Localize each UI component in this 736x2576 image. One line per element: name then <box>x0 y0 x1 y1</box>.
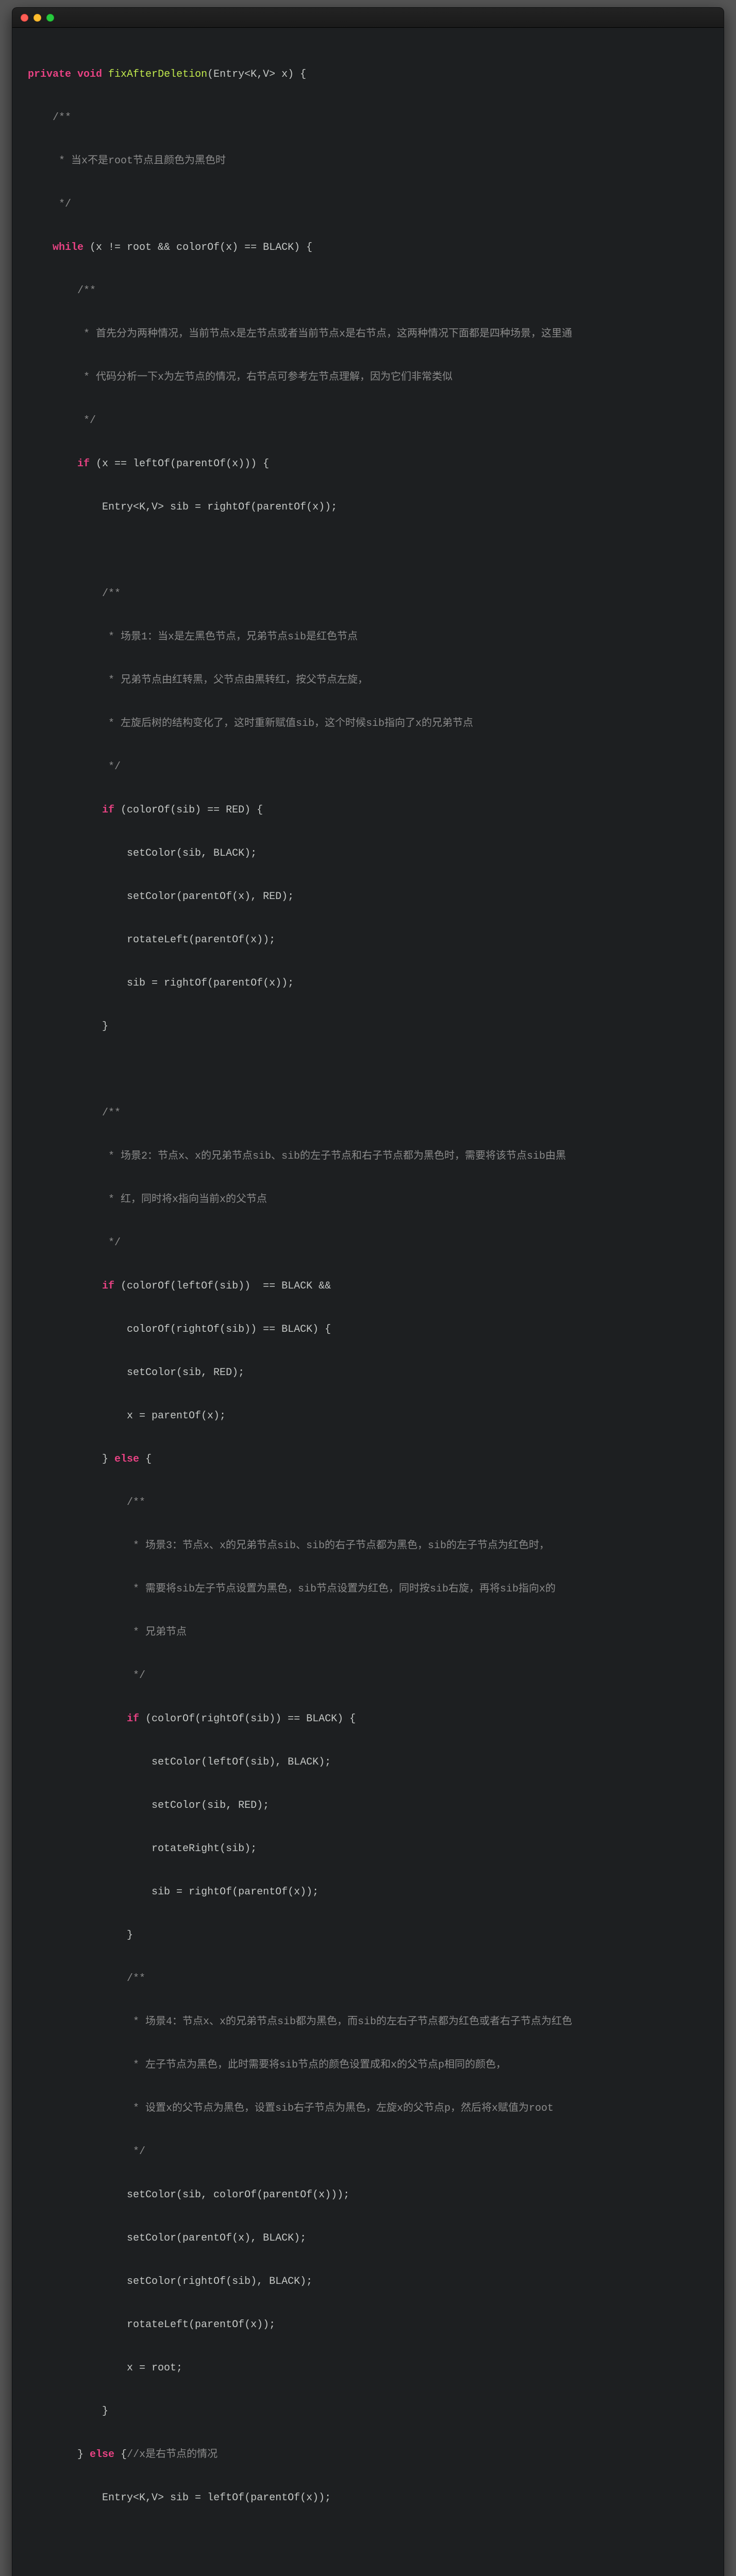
comment: * 左子节点为黑色，此时需要将sib节点的颜色设置成和x的父节点p相同的颜色， <box>28 2055 708 2076</box>
code-window: private void fixAfterDeletion(Entry<K,V>… <box>12 7 724 2576</box>
comment: */ <box>28 1232 708 1254</box>
code-line: setColor(sib, colorOf(parentOf(x))); <box>28 2184 708 2206</box>
code-line: setColor(sib, RED); <box>28 1795 708 1817</box>
blank-line <box>28 540 708 562</box>
code-line: if (colorOf(leftOf(sib)) == BLACK && <box>28 1276 708 1297</box>
code-line: setColor(rightOf(sib), BLACK); <box>28 2271 708 2293</box>
comment: /** <box>28 1492 708 1514</box>
comment: /** <box>28 280 708 302</box>
code-line: rotateLeft(parentOf(x)); <box>28 2314 708 2336</box>
comment: * 兄弟节点由红转黑，父节点由黑转红，按父节点左旋， <box>28 670 708 691</box>
comment: * 场景2：节点x、x的兄弟节点sib、sib的左子节点和右子节点都为黑色时，需… <box>28 1146 708 1167</box>
keyword: private void <box>28 69 102 80</box>
comment: * 左旋后树的结构变化了，这时重新赋值sib，这个时候sib指向了x的兄弟节点 <box>28 713 708 735</box>
code-line: setColor(sib, BLACK); <box>28 843 708 865</box>
code-line: sib = rightOf(parentOf(x)); <box>28 973 708 994</box>
code-line: sib = rightOf(parentOf(x)); <box>28 1882 708 1903</box>
code-line: colorOf(rightOf(sib)) == BLACK) { <box>28 1319 708 1341</box>
zoom-icon[interactable] <box>46 14 54 22</box>
comment: /** <box>28 107 708 129</box>
code-line: rotateLeft(parentOf(x)); <box>28 929 708 951</box>
comment: * 兄弟节点 <box>28 1622 708 1643</box>
comment: * 红，同时将x指向当前x的父节点 <box>28 1189 708 1211</box>
code-line: } <box>28 1925 708 1946</box>
minimize-icon[interactable] <box>34 14 41 22</box>
comment: */ <box>28 194 708 215</box>
code-line: setColor(parentOf(x), BLACK); <box>28 2228 708 2249</box>
blank-line <box>28 1059 708 1081</box>
code-line: if (colorOf(rightOf(sib)) == BLACK) { <box>28 1708 708 1730</box>
code-line: setColor(parentOf(x), RED); <box>28 886 708 908</box>
comment: * 场景3：节点x、x的兄弟节点sib、sib的右子节点都为黑色，sib的左子节… <box>28 1535 708 1557</box>
method-name: fixAfterDeletion <box>108 69 207 80</box>
code-line: Entry<K,V> sib = leftOf(parentOf(x)); <box>28 2487 708 2509</box>
code-line: rotateRight(sib); <box>28 1838 708 1860</box>
code-line: } <box>28 2401 708 2422</box>
comment: */ <box>28 756 708 778</box>
code-line: if (colorOf(sib) == RED) { <box>28 2574 708 2576</box>
code-line: Entry<K,V> sib = rightOf(parentOf(x)); <box>28 497 708 518</box>
comment: * 代码分析一下x为左节点的情况，右节点可参考左节点理解，因为它们非常类似 <box>28 367 708 388</box>
comment: */ <box>28 410 708 432</box>
comment: * 场景4：节点x、x的兄弟节点sib都为黑色，而sib的左右子节点都为红色或者… <box>28 2011 708 2033</box>
code-line: setColor(sib, RED); <box>28 1362 708 1384</box>
params: (Entry<K,V> x) { <box>207 69 306 80</box>
comment: * 当x不是root节点且颜色为黑色时 <box>28 150 708 172</box>
comment: */ <box>28 1665 708 1687</box>
code-line: } else { <box>28 1449 708 1470</box>
code-area: private void fixAfterDeletion(Entry<K,V>… <box>12 28 724 2576</box>
blank-line <box>28 2531 708 2552</box>
comment: */ <box>28 2141 708 2163</box>
code-line: } <box>28 1016 708 1038</box>
titlebar <box>12 8 724 28</box>
code-line: x = parentOf(x); <box>28 1405 708 1427</box>
code-line: private void fixAfterDeletion(Entry<K,V>… <box>28 64 708 86</box>
comment: * 设置x的父节点为黑色，设置sib右子节点为黑色，左旋x的父节点p，然后将x赋… <box>28 2098 708 2120</box>
code-line: setColor(leftOf(sib), BLACK); <box>28 1752 708 1773</box>
code-line: } else {//x是右节点的情况 <box>28 2444 708 2466</box>
comment: /** <box>28 1968 708 1990</box>
code-line: while (x != root && colorOf(x) == BLACK)… <box>28 237 708 259</box>
comment: * 场景1：当x是左黑色节点，兄弟节点sib是红色节点 <box>28 626 708 648</box>
comment: /** <box>28 1103 708 1124</box>
close-icon[interactable] <box>21 14 28 22</box>
code-line: x = root; <box>28 2358 708 2379</box>
comment: * 需要将sib左子节点设置为黑色，sib节点设置为红色，同时按sib右旋，再将… <box>28 1579 708 1600</box>
comment: /** <box>28 583 708 605</box>
code-line: if (colorOf(sib) == RED) { <box>28 800 708 821</box>
code-line: if (x == leftOf(parentOf(x))) { <box>28 453 708 475</box>
comment: * 首先分为两种情况，当前节点x是左节点或者当前节点x是右节点，这两种情况下面都… <box>28 324 708 345</box>
